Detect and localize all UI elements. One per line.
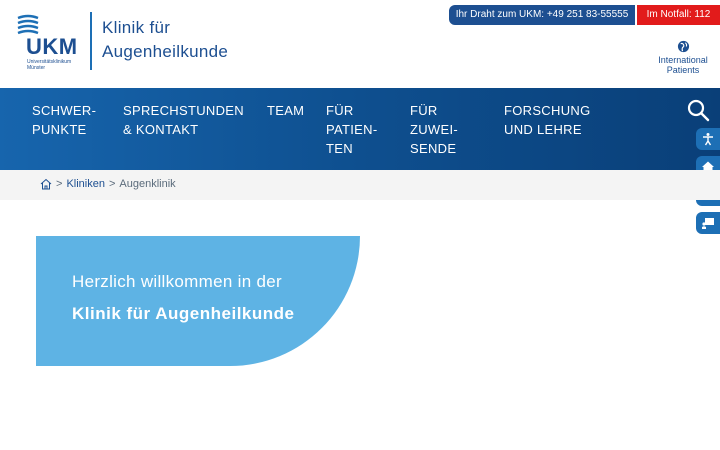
nav-item-label: SCHWER- (32, 103, 97, 118)
nav-item-forschung[interactable]: FORSCHUNG UND LEHRE (504, 101, 590, 139)
globe-icon (677, 40, 689, 53)
ukm-logo[interactable]: UKM Universitätsklinikum Münster (16, 14, 80, 72)
breadcrumb-current: Augenklinik (119, 178, 176, 190)
main-navigation: SCHWER- PUNKTE SPRECHSTUNDEN & KONTAKT T… (0, 88, 720, 170)
logo-subtitle: Universitätsklinikum Münster (27, 59, 72, 71)
nav-item-label: FÜR (326, 103, 354, 118)
breadcrumb-kliniken[interactable]: Kliniken (66, 178, 105, 190)
home-icon[interactable] (40, 178, 52, 190)
breadcrumb: > Kliniken > Augenklinik (40, 178, 176, 190)
presentation-icon (702, 218, 714, 229)
nav-item-label: SENDE (410, 141, 457, 156)
nav-item-zuweisende[interactable]: FÜR ZUWEI- SENDE (410, 101, 458, 158)
breadcrumb-bar: > Kliniken > Augenklinik (0, 170, 720, 200)
nav-item-label: SPRECHSTUNDEN (123, 103, 244, 118)
breadcrumb-separator: > (56, 178, 63, 190)
nav-item-label: UND LEHRE (504, 122, 582, 137)
logo-waves-icon (17, 14, 39, 35)
nav-item-label: PUNKTE (32, 122, 87, 137)
nav-item-label: TEN (326, 141, 353, 156)
accessibility-button[interactable] (696, 128, 720, 150)
logo-divider (90, 12, 92, 70)
clinic-name-line2: Augenheilkunde (102, 42, 229, 61)
nav-item-patienten[interactable]: FÜR PATIEN- TEN (326, 101, 377, 158)
presentation-quick-button[interactable] (696, 212, 720, 234)
nav-item-label: PATIEN- (326, 122, 378, 137)
emergency-button[interactable]: Im Notfall: 112 (637, 5, 720, 25)
nav-item-label: TEAM (267, 103, 305, 118)
logo-text: UKM (26, 34, 78, 59)
nav-item-sprechstunden[interactable]: SPRECHSTUNDEN & KONTAKT (123, 101, 244, 139)
nav-item-label: ZUWEI- (410, 122, 459, 137)
intl-line1: International (658, 55, 708, 65)
nav-item-schwerpunkte[interactable]: SCHWER- PUNKTE (32, 101, 96, 139)
welcome-text: Herzlich willkommen in der (72, 272, 282, 291)
welcome-banner: Herzlich willkommen in der Klinik für Au… (36, 236, 360, 366)
accessibility-icon (703, 133, 713, 146)
nav-item-label: FORSCHUNG (504, 103, 591, 118)
hotline-button[interactable]: Ihr Draht zum UKM: +49 251 83-55555 (449, 5, 635, 25)
clinic-name[interactable]: Klinik für Augenheilkunde (102, 16, 228, 64)
intl-line2: Patients (666, 65, 700, 75)
nav-item-label: & KONTAKT (123, 122, 199, 137)
site-header: UKM Universitätsklinikum Münster Klinik … (0, 0, 720, 88)
nav-item-label: FÜR (410, 103, 438, 118)
international-patients-link[interactable]: International Patients (650, 40, 716, 75)
welcome-title: Klinik für Augenheilkunde (72, 304, 295, 323)
search-icon[interactable] (686, 98, 710, 122)
clinic-name-line1: Klinik für (102, 18, 171, 37)
breadcrumb-separator: > (108, 178, 116, 190)
nav-item-team[interactable]: TEAM (267, 101, 304, 120)
